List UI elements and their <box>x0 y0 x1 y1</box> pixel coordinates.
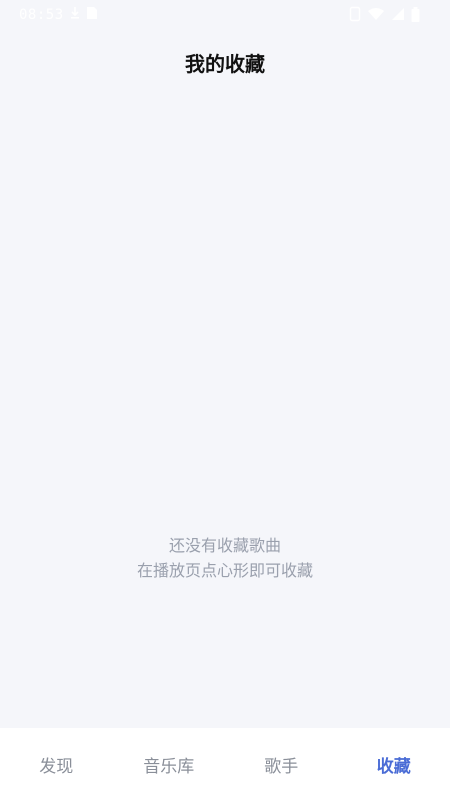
tab-label: 歌手 <box>264 756 299 777</box>
status-right <box>349 6 420 26</box>
status-bar: 08:53 <box>0 0 450 30</box>
bottom-tab-bar: 发现 音乐库 歌手 收藏 <box>0 728 450 800</box>
tab-label: 收藏 <box>376 756 411 777</box>
tab-discover[interactable]: 发现 <box>0 728 113 800</box>
status-time: 08:53 <box>19 7 64 23</box>
wifi-icon <box>367 7 385 25</box>
empty-state: 还没有收藏歌曲 在播放页点心形即可收藏 <box>0 533 450 583</box>
tab-favorites[interactable]: 收藏 <box>338 728 450 800</box>
battery-icon <box>411 6 420 26</box>
tab-artists[interactable]: 歌手 <box>225 728 338 800</box>
tab-label: 发现 <box>39 756 74 777</box>
page-title: 我的收藏 <box>185 51 265 76</box>
status-left: 08:53 <box>19 6 98 24</box>
header: 我的收藏 <box>0 40 450 84</box>
download-icon <box>70 6 80 24</box>
empty-state-hint: 在播放页点心形即可收藏 <box>136 561 313 580</box>
cellular-signal-icon <box>391 7 405 25</box>
tab-label: 音乐库 <box>143 756 195 777</box>
phone-icon <box>349 6 361 26</box>
sim-card-icon <box>86 6 98 24</box>
empty-state-message: 还没有收藏歌曲 <box>168 536 281 555</box>
tab-music-library[interactable]: 音乐库 <box>113 728 226 800</box>
